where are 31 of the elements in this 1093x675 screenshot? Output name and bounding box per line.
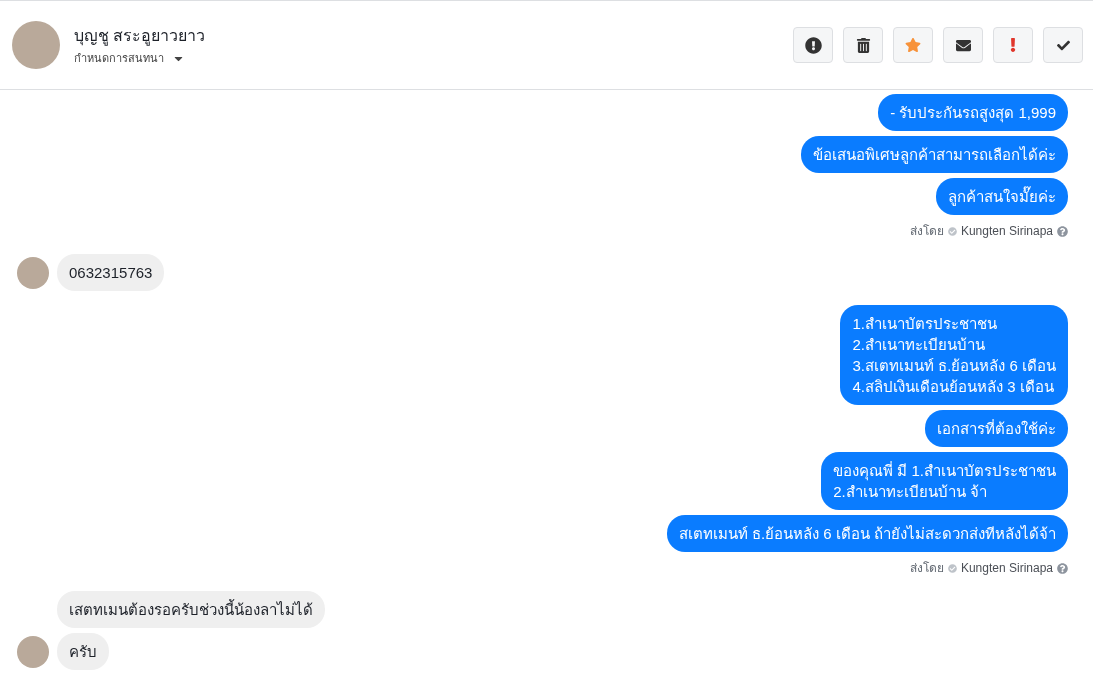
sent-by-label: ส่งโดย [909, 560, 944, 577]
avatar-photo [17, 257, 49, 289]
help-icon [1057, 562, 1068, 574]
mail-button[interactable] [943, 27, 983, 63]
sent-message: สเตทเมนท์ ธ.ย้อนหลัง 6 เดือน ถ้ายังไม่สะดวกส่งทีหลังได้จ้า [666, 515, 1068, 552]
help-icon [1057, 225, 1068, 237]
conversation-menu[interactable]: กำหนดการสนทนา [74, 49, 206, 67]
alert-icon [804, 36, 822, 54]
done-button[interactable] [1043, 27, 1083, 63]
sent-message: ลูกค้าสนใจมั๊ยค่ะ [936, 178, 1068, 215]
sender-link[interactable]: Kungten Sirinapa [960, 222, 1053, 240]
sent-message: ข้อเสนอพิเศษลูกค้าสามารถเลือกได้ค่ะ [801, 136, 1068, 173]
contact-name: บุญชู สระอูยาวยาว [74, 25, 206, 48]
check-icon [1056, 38, 1070, 52]
sent-message: เอกสารที่ต้องใช้ค่ะ [925, 410, 1068, 447]
received-message: 0632315763 [57, 254, 165, 291]
delete-button[interactable] [843, 27, 883, 63]
sent-by-label: ส่งโดย [909, 223, 944, 240]
sent-message: 1.สำเนาบัตรประชาชน 2.สำเนาทะเบียนบ้าน 3.สเตทเมนท์ ธ.ย้อนหลัง 6 เดือน 4.สลิปเงินเดือนย้อนหลัง 3 เดือน [840, 305, 1068, 405]
important-button[interactable] [993, 27, 1033, 63]
envelope-icon [955, 37, 971, 53]
star-button[interactable] [893, 27, 933, 63]
trash-icon [855, 37, 871, 53]
sender-link[interactable]: Kungten Sirinapa [960, 559, 1053, 577]
avatar-photo [12, 21, 60, 69]
alert-button[interactable] [793, 27, 833, 63]
received-message: เสตทเมนต้องรอครับช่วงนี้น้องลาไม่ได้ [57, 591, 325, 628]
avatar-photo [17, 636, 49, 668]
sent-message: ของคุณพี่ มี 1.สำเนาบัตรประชาชน 2.สำเนาทะเบียนบ้าน จ้า [821, 452, 1068, 510]
sent-message: - รับประกันรถสูงสุด 1,999 [878, 94, 1068, 131]
received-message: ครับ [57, 633, 109, 670]
